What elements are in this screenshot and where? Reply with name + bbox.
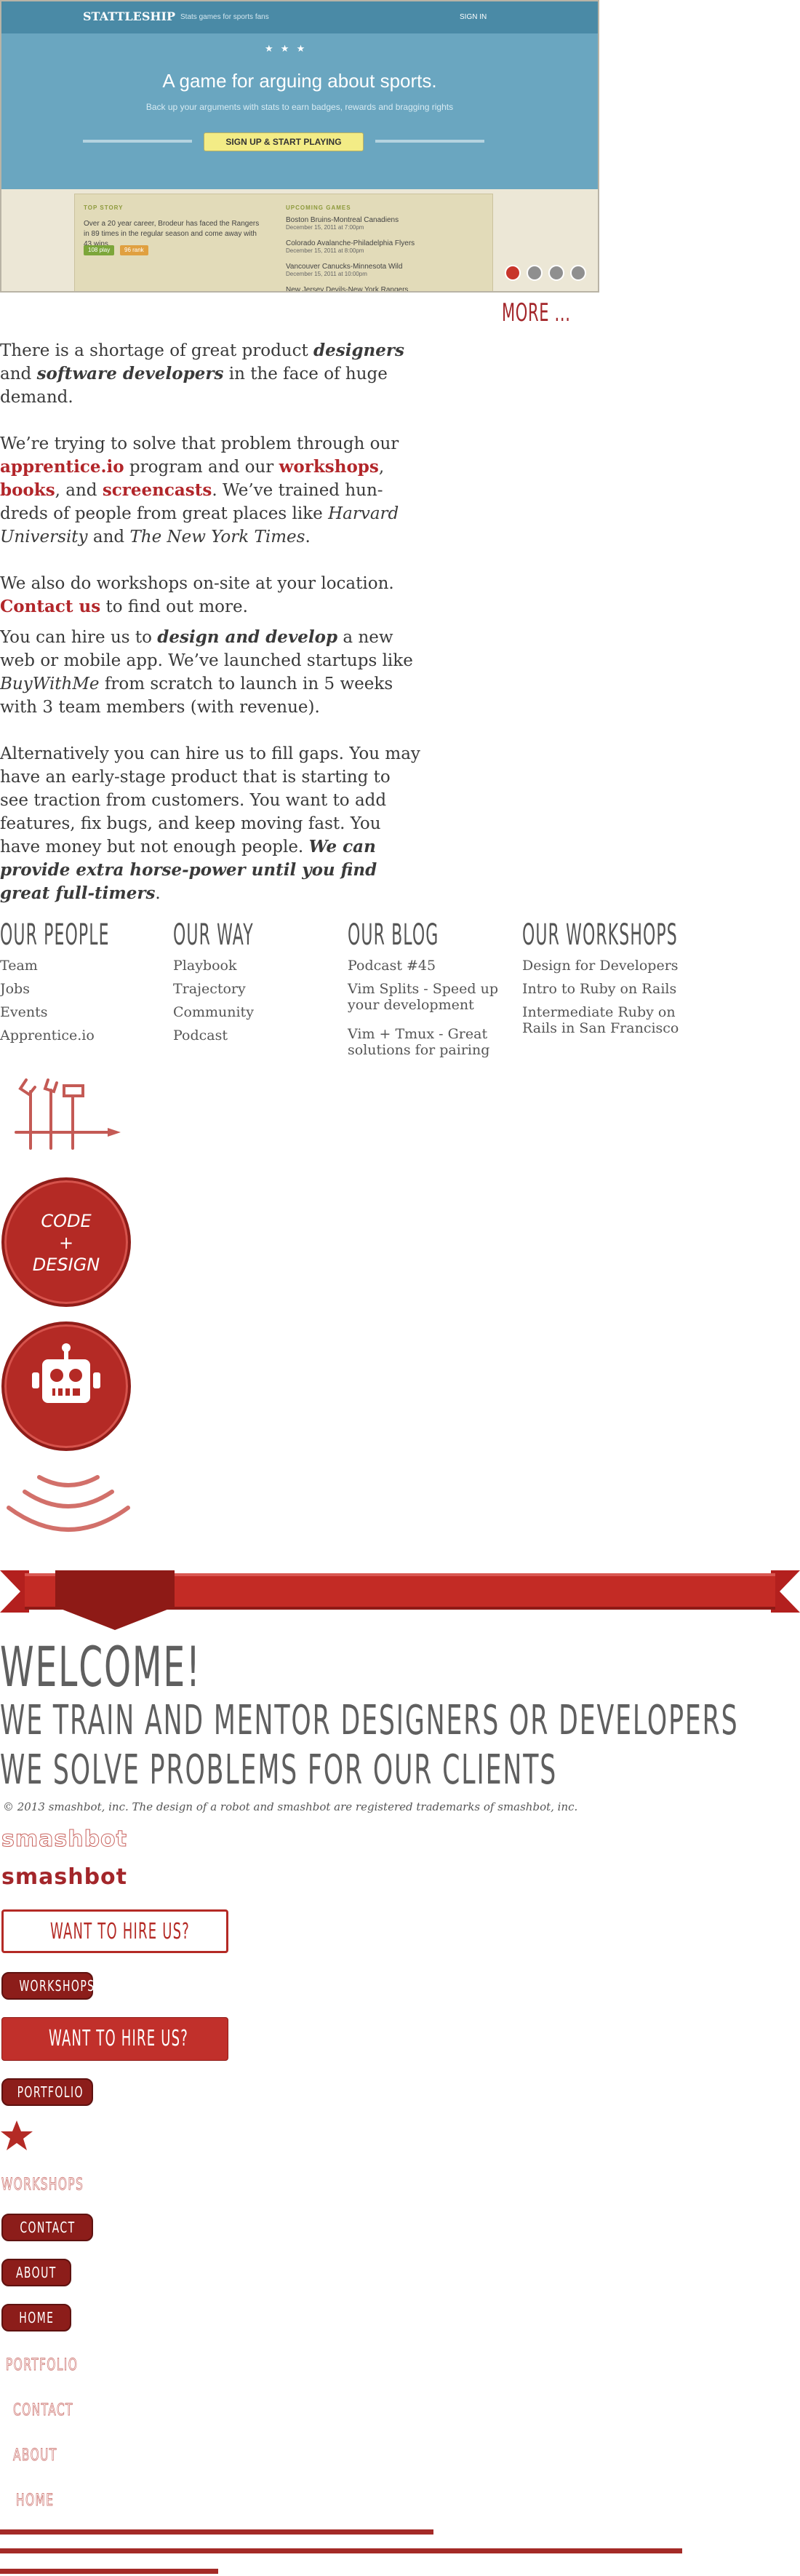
screenshot-headline: A game for arguing about sports. [162,70,437,92]
train-mentor-heading: WE TRAIN AND MENTOR DESIGNERS OR DEVELOP… [0,1697,739,1744]
books-link[interactable]: books [0,480,55,500]
robot-badge [1,1321,131,1451]
robot-icon [32,1343,100,1403]
upcoming-game: Vancouver Canucks-Minnesota Wild December… [286,263,403,277]
workshop-link[interactable]: Design for Developers [522,958,704,974]
workshop-link[interactable]: Intermediate Ruby on Rails in San Franci… [522,1004,704,1036]
portfolio-screenshot: STATTLESHIP Stats games for sports fans … [0,0,599,293]
blog-link-post[interactable]: Vim Splits - Speed up your development [348,981,515,1013]
people-link-team[interactable]: Team [0,958,38,974]
nav-home-button[interactable]: HOME [1,2304,71,2331]
top-story-tag: 96 rank [120,245,148,255]
our-people-heading: OUR PEOPLE [0,918,110,952]
nav-portfolio-ghost[interactable]: PORTFOLIO [6,2356,109,2375]
screenshot-stars: ★ ★ ★ [265,44,308,55]
our-workshops-heading: OUR WORKSHOPS [522,918,678,952]
workshops-link[interactable]: workshops [279,457,379,477]
top-story-title: TOP STORY [84,204,124,211]
tools-icon [13,1076,122,1156]
star-icon [0,2119,33,2152]
fill-gaps-paragraph: Alternatively you can hire us to fill ga… [0,744,420,903]
screencasts-link[interactable]: screencasts [103,480,212,500]
people-link-apprentice[interactable]: Apprentice.io [0,1027,95,1043]
upcoming-game: Colorado Avalanche-Philadelphia Flyers De… [286,239,415,254]
nav-about-button[interactable]: ABOUT [1,2259,71,2286]
screenshot-tagline: Stats games for sports fans [180,13,269,21]
more-link[interactable]: MORE ... [502,298,571,327]
carousel-dot-1[interactable] [505,265,521,281]
nav-portfolio-button[interactable]: PORTFOLIO [1,2078,93,2106]
signal-waves-icon [3,1464,134,1551]
way-link-community[interactable]: Community [173,1004,254,1020]
screenshot-signin-link[interactable]: SIGN IN [460,13,487,21]
nav-contact-button[interactable]: CONTACT [1,2214,93,2241]
intro-paragraph: There is a shortage of great product des… [0,341,404,407]
divider-bar [0,2569,218,2574]
smashbot-logo-outline: smashbot [1,1826,127,1853]
ribbon-banner [0,1565,800,1637]
smashbot-logo-solid: smashbot [1,1864,127,1890]
solve-problems-heading: WE SOLVE PROBLEMS FOR OUR CLIENTS [0,1746,558,1794]
carousel-dot-3[interactable] [548,265,564,281]
welcome-heading: WELCOME! [0,1634,201,1699]
people-link-events[interactable]: Events [0,1004,47,1020]
nav-contact-ghost[interactable]: CONTACT [13,2401,99,2420]
screenshot-stats-panel: TOP STORY Over a 20 year career, Brodeur… [74,194,493,293]
way-link-podcast[interactable]: Podcast [173,1027,228,1043]
way-link-trajectory[interactable]: Trajectory [173,981,246,997]
screenshot-signup-button[interactable]: SIGN UP & START PLAYING [204,132,364,151]
people-link-jobs[interactable]: Jobs [0,981,30,997]
nav-about-ghost[interactable]: ABOUT [13,2446,76,2465]
way-link-playbook[interactable]: Playbook [173,958,236,974]
upcoming-game: Boston Bruins-Montreal Canadiens December… [286,216,399,231]
carousel-dot-4[interactable] [570,265,586,281]
upcoming-game: New Jersey Devils-New York Rangers [286,286,409,293]
copyright-text: © 2013 smashbot, inc. The design of a ro… [3,1800,578,1813]
screenshot-divider-right [375,140,484,143]
hire-paragraph: You can hire us to design and develop a … [0,627,413,717]
upcoming-games-title: UPCOMING GAMES [286,204,351,211]
hire-us-button-outline[interactable]: WANT TO HIRE US? [1,1909,228,1953]
carousel-dot-2[interactable] [527,265,543,281]
code-design-badge: CODE + DESIGN [1,1177,131,1307]
workshop-link[interactable]: Intro to Ruby on Rails [522,981,704,997]
blog-link-post[interactable]: Podcast #45 [348,958,515,974]
divider-bar [0,2548,682,2553]
top-story-tag: 108 play [84,245,115,255]
screenshot-brand: STATTLESHIP [83,9,175,23]
blog-link-post[interactable]: Vim + Tmux - Great solutions for pairing [348,1026,515,1058]
nav-workshops-ghost[interactable]: WORKSHOPS [1,2176,119,2195]
our-way-heading: OUR WAY [173,918,254,952]
contact-us-link[interactable]: Contact us [0,597,100,616]
hire-us-button-filled[interactable]: WANT TO HIRE US? [1,2017,228,2061]
apprentice-link[interactable]: apprentice.io [0,457,124,477]
our-blog-heading: OUR BLOG [348,918,439,952]
workshops-paragraph: We also do workshops on-site at your loc… [0,574,394,616]
training-paragraph: We’re trying to solve that problem throu… [0,434,399,546]
nav-home-ghost[interactable]: HOME [16,2492,71,2511]
screenshot-divider-left [83,140,192,143]
nav-workshops-button[interactable]: WORKSHOPS [1,1972,94,2000]
divider-bar [0,2529,433,2535]
screenshot-subheadline: Back up your arguments with stats to ear… [145,102,454,112]
